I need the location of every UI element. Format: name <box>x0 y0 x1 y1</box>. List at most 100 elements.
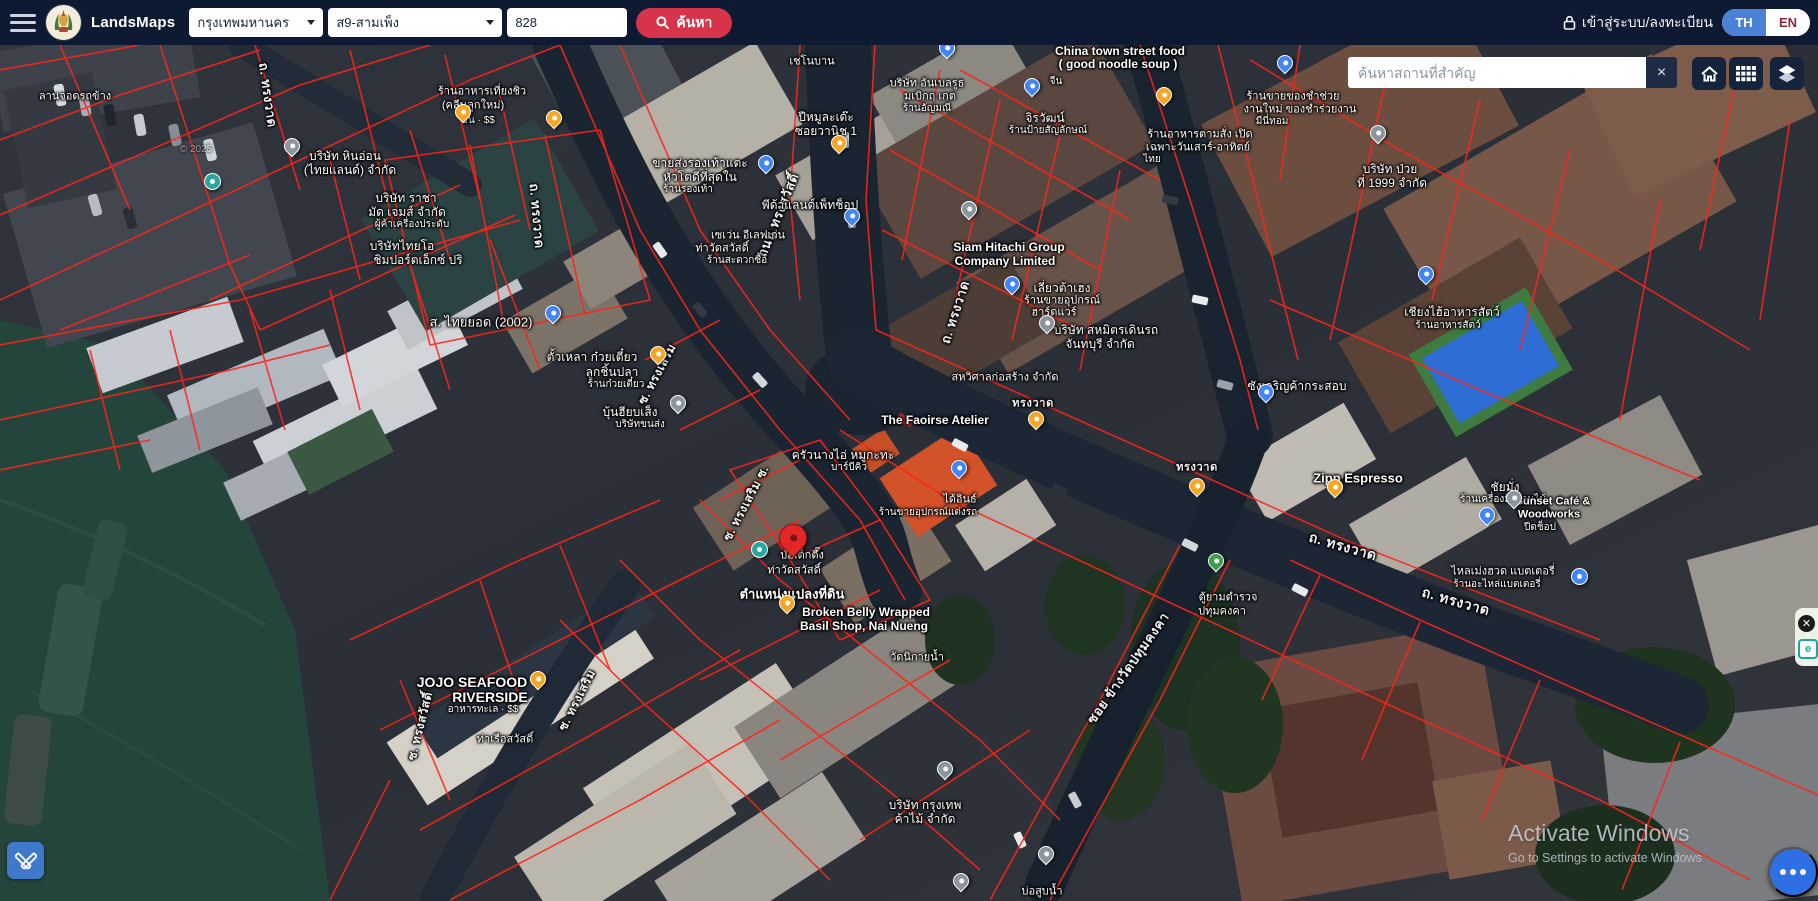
map-label: ร้านขายอุปกรณ์แต่งรถ <box>879 508 977 518</box>
map-label: เลี่ยวต้าเฮง <box>1033 282 1090 294</box>
map-sheet-select[interactable]: ส9-สามเพ็ง <box>328 8 502 37</box>
map-label: สหวิศาลก่อสร้าง จำกัด <box>952 373 1059 384</box>
map-pin[interactable] <box>1571 568 1588 585</box>
home-icon <box>1700 65 1719 83</box>
poi-search-input[interactable] <box>1348 57 1646 88</box>
map-label: ร้านก๋วยเตี๋ยว <box>588 380 645 390</box>
map-label: ร้านอัญมณี <box>903 104 951 114</box>
map-label: ผู้ค้าเครื่องประดับ <box>375 220 449 230</box>
map-label: บริษัท กรุงเทพ <box>889 799 962 811</box>
layers-icon <box>1777 64 1797 83</box>
map-label: อาหารทะเล · $$ <box>448 705 519 715</box>
map-label: ชิมปอร์ตเอ็กซ์ ปริ <box>373 254 462 266</box>
search-button[interactable]: ค้นหา <box>636 8 732 38</box>
feedback-widget: ✕ e <box>1795 608 1818 666</box>
map-label: บุ้นฮียบเส็ง <box>602 406 657 418</box>
map-label: Company Limited <box>955 255 1056 267</box>
grid-button[interactable] <box>1729 57 1763 90</box>
map-label: จีน <box>1050 77 1063 87</box>
map-label: เซเว่น อีเลฟเว่น <box>711 231 785 242</box>
map-label: จิรวัฒน์ <box>1025 112 1064 124</box>
map-label: หัวโตดีที่สุดใน <box>663 171 737 183</box>
login-register-label: เข้าสู่ระบบ/ลงทะเบียน <box>1582 12 1713 34</box>
map-label: จันทบุรี จำกัด <box>1065 338 1134 350</box>
map-label: ร้านอะไหล่แบตเตอรี่ <box>1453 580 1541 590</box>
map-label: ไทย <box>1143 155 1160 165</box>
map-label: มีนี่ทอม <box>1256 117 1289 127</box>
map-label: บริษัท หินอ่อน <box>309 150 381 162</box>
chevron-down-icon <box>486 20 494 25</box>
measure-tools-button[interactable] <box>7 842 44 879</box>
map-label: มัด เจมส์ จำกัด <box>368 206 446 218</box>
map-label: ที่ 1999 จำกัด <box>1357 177 1427 189</box>
map-label: JOJO SEAFOOD <box>417 675 527 689</box>
chevron-down-icon <box>307 20 315 25</box>
map-label: ท่าเรือสวัสดิ์ <box>477 735 533 746</box>
grid-icon <box>1736 66 1756 82</box>
map-label: ส. ไทยยอด (2002) <box>430 316 533 329</box>
map-label: Siam Hitachi Group <box>953 241 1064 253</box>
widget-e-icon[interactable]: e <box>1798 639 1818 659</box>
map-label: บริษัท อันเบลรูธ <box>890 79 965 90</box>
more-options-fab[interactable] <box>1768 847 1818 897</box>
layers-button[interactable] <box>1770 57 1804 90</box>
map-label: ร้านอาหารตามสั่ง เปิด <box>1147 130 1252 141</box>
map-label: ค้าไม้ จำกัด <box>895 813 956 825</box>
map-label: เชโนบาน <box>789 57 834 68</box>
map-label: ปทุมคงคา <box>1198 607 1246 618</box>
map-label: RIVERSIDE <box>452 690 527 704</box>
lang-en-button[interactable]: EN <box>1766 9 1810 36</box>
map-label: ร้านอาหารสัตว์ <box>1415 321 1480 331</box>
map-label: ร้านรองเท้า <box>663 185 713 195</box>
map-pin[interactable] <box>204 173 221 190</box>
map-label: ( good noodle soup ) <box>1059 58 1178 70</box>
map-label: บริษัท ป่วย <box>1363 163 1418 175</box>
map-label: ไหลเม่งฮวด แบตเตอรี่ <box>1451 567 1555 578</box>
map-label: The Faoirse Atelier <box>881 414 989 426</box>
app-header: LandsMaps กรุงเทพมหานคร ส9-สามเพ็ง ค้นหา <box>0 0 1818 45</box>
map-label: พีด้าแลนด์เพ็ทช็อป <box>762 199 858 211</box>
map-sheet-select-value: ส9-สามเพ็ง <box>336 12 478 33</box>
menu-icon[interactable] <box>10 14 36 32</box>
map-label: ได้อินธ์ <box>943 495 977 506</box>
map-label: บริษัทขนส่ง <box>615 420 665 430</box>
map-label: ทรงวาด <box>1012 399 1054 410</box>
map-label: ท่าวัดสวัสดิ์ <box>695 244 749 255</box>
map-label: ร้านขายอุปกรณ์ <box>1024 296 1100 307</box>
province-select[interactable]: กรุงเทพมหานคร <box>189 8 323 37</box>
lang-th-button[interactable]: TH <box>1722 9 1766 36</box>
parcel-number-input[interactable] <box>507 8 627 37</box>
map-label: © 2025 <box>180 145 212 155</box>
lock-icon <box>1563 15 1576 30</box>
map-pin[interactable] <box>751 541 768 558</box>
map-label: ตั้วเหลา ก๋วยเตี๋ยว <box>547 351 638 363</box>
map-label: ร้านอาหารเที่ยงชิว <box>438 87 526 98</box>
map-label: ท่าวัดสวัสดิ์ <box>767 566 821 577</box>
map-label: Sunset Café & <box>1516 497 1591 508</box>
map-label: มเบิกฤ เกต <box>904 92 956 103</box>
map-label: China town street food <box>1055 45 1185 57</box>
map-label: ลูกชิ้นปลา <box>586 366 639 378</box>
map-label: ตู้ยามตำรวจ <box>1199 593 1258 604</box>
close-icon: × <box>1657 64 1666 81</box>
map-label: บริษัท ราชา <box>375 192 436 204</box>
map-label: ครัวนางไอ่ หมูกะทะ <box>792 449 894 461</box>
map-label: (ไทยแลนด์) จำกัด <box>304 164 396 176</box>
map-canvas[interactable]: ถ. ทรงวาดถ. ทรงวาดถนน ทรงสวัสดิ์ถ. ทรงวา… <box>0 0 1818 901</box>
map-label: ฮาร์ดแวร์ <box>1031 308 1076 319</box>
widget-close-icon[interactable]: ✕ <box>1798 615 1815 632</box>
map-label: (คลีนลูกใหม่) <box>442 101 504 112</box>
map-label: ร้านสะดวกซื้อ <box>707 256 767 266</box>
map-label: Broken Belly Wrapped <box>802 606 930 618</box>
search-icon <box>656 16 669 29</box>
map-label: บ่อสูบน้ำ <box>1022 887 1063 898</box>
department-logo <box>45 4 82 41</box>
clear-search-button[interactable]: × <box>1646 57 1677 88</box>
map-label: ร้านขายของชำช่วย <box>1247 92 1340 103</box>
landsmaps-app: ถ. ทรงวาดถ. ทรงวาดถนน ทรงสวัสดิ์ถ. ทรงวา… <box>0 0 1818 901</box>
map-label: วัดนิกายน้ำ <box>890 653 944 664</box>
home-button[interactable] <box>1692 57 1726 90</box>
dots-icon <box>1780 869 1786 875</box>
login-register-link[interactable]: เข้าสู่ระบบ/ลงทะเบียน <box>1563 12 1713 34</box>
map-label: ร้านป้ายสัญลักษณ์ <box>1009 126 1087 136</box>
